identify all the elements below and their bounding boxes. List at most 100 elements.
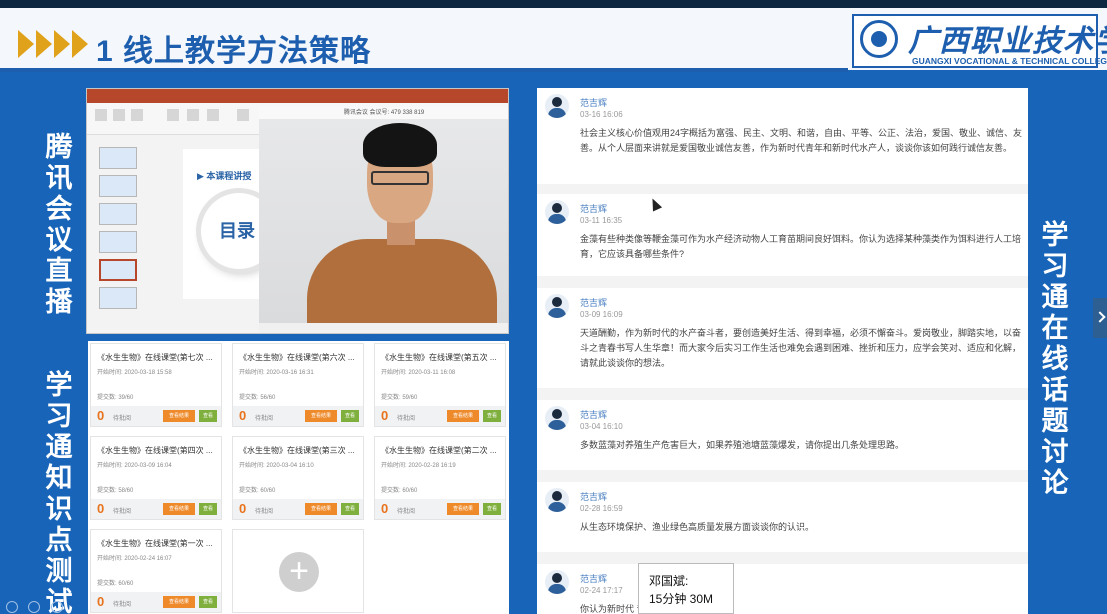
- post-author[interactable]: 范吉辉: [580, 490, 607, 503]
- quiz-card-submissions: 提交数: 58/60: [97, 488, 134, 494]
- avatar: [545, 406, 569, 430]
- avatar: [545, 200, 569, 224]
- view-result-button[interactable]: 查看结果: [163, 596, 195, 608]
- view-result-button[interactable]: 查看结果: [305, 503, 337, 515]
- quiz-card[interactable]: 《水生生物》在线课堂(第六次 ... 开始时间: 2020-03-16 16:3…: [232, 343, 364, 427]
- view-result-button[interactable]: 查看结果: [447, 503, 479, 515]
- post-author[interactable]: 范吉辉: [580, 96, 607, 109]
- slide-thumbnail-active[interactable]: [99, 259, 137, 281]
- discussion-post[interactable]: 范吉辉 03-16 16:06 社会主义核心价值观用24字概括为富强、民主、文明…: [537, 88, 1028, 184]
- discussion-post[interactable]: 范吉辉 03-09 16:09 天道酬勤，作为新时代的水产奋斗者，要创造美好生活…: [537, 288, 1028, 388]
- control-icon[interactable]: [6, 601, 18, 613]
- quiz-card[interactable]: 《水生生物》在线课堂(第二次 ... 开始时间: 2020-02-28 16:1…: [374, 436, 506, 520]
- pending-count: 0: [239, 408, 247, 423]
- meeting-toolbar[interactable]: [259, 323, 508, 333]
- quiz-card-title: 《水生生物》在线课堂(第五次 ...: [381, 353, 497, 362]
- quiz-card-submissions: 提交数: 60/60: [97, 581, 134, 587]
- view-button[interactable]: 查看: [341, 503, 359, 515]
- view-result-button[interactable]: 查看结果: [163, 410, 195, 422]
- slide-circle-text: 目录: [219, 221, 255, 241]
- discussion-post[interactable]: 范吉辉 02-28 16:59 从生态环境保护、渔业绿色高质量发展方面谈谈你的认…: [537, 482, 1028, 552]
- label-tencent-meeting: 腾讯会议直播: [45, 132, 73, 317]
- post-date: 02-28 16:59: [580, 504, 623, 513]
- quiz-card-submissions: 提交数: 60/60: [239, 488, 276, 494]
- tooltip-name: 邓国斌:: [649, 574, 689, 588]
- quiz-card-time: 开始时间: 2020-02-28 16:19: [381, 463, 456, 469]
- pending-count: 0: [239, 501, 247, 516]
- quiz-card-time: 开始时间: 2020-03-11 16:08: [381, 370, 456, 376]
- quiz-card-footer: 0 待批阅 查看结果 查看: [375, 406, 505, 426]
- post-author[interactable]: 范吉辉: [580, 202, 607, 215]
- post-text: 从生态环境保护、渔业绿色高质量发展方面谈谈你的认识。: [580, 522, 815, 532]
- post-date: 02-24 17:17: [580, 586, 623, 595]
- label-xuexitong-quiz: 学习通知识点测试: [45, 370, 73, 614]
- pending-count: 0: [381, 501, 389, 516]
- avatar: [545, 294, 569, 318]
- college-seal-icon: [860, 20, 898, 58]
- slide-thumbnail[interactable]: [99, 175, 137, 197]
- quiz-card-time: 开始时间: 2020-03-09 16:04: [97, 463, 172, 469]
- post-author[interactable]: 范吉辉: [580, 408, 607, 421]
- view-button[interactable]: 查看: [483, 410, 501, 422]
- pending-count: 0: [381, 408, 389, 423]
- control-icon[interactable]: [50, 601, 63, 613]
- quiz-card-submissions: 提交数: 39/60: [97, 395, 134, 401]
- quiz-card-time: 开始时间: 2020-03-16 16:31: [239, 370, 314, 376]
- avatar: [545, 94, 569, 118]
- chevron-arrows-icon: [18, 30, 90, 58]
- pending-label: 待批阅: [255, 509, 274, 515]
- view-result-button[interactable]: 查看结果: [305, 410, 337, 422]
- pending-count: 0: [97, 408, 105, 423]
- ppt-title-bar: [87, 89, 508, 97]
- discussion-post[interactable]: 范吉辉 03-04 16:10 多数蓝藻对养殖生产危害巨大，如果养殖池塘蓝藻爆发…: [537, 400, 1028, 470]
- college-logo: 广西职业技术学院 GUANGXI VOCATIONAL & TECHNICAL …: [852, 14, 1107, 68]
- slide-thumbnail[interactable]: [99, 147, 137, 169]
- slide-thumbnail[interactable]: [99, 287, 137, 309]
- slide-thumbnail[interactable]: [99, 203, 137, 225]
- header-divider: [0, 68, 848, 72]
- post-date: 03-11 16:35: [580, 216, 623, 225]
- discussion-post[interactable]: 范吉辉 02-24 17:17 你认为新时代 音?: [537, 564, 1028, 614]
- quiz-card[interactable]: 《水生生物》在线课堂(第三次 ... 开始时间: 2020-03-04 16:1…: [232, 436, 364, 520]
- pending-label: 待批阅: [397, 509, 416, 515]
- quiz-card[interactable]: 《水生生物》在线课堂(第一次 ... 开始时间: 2020-02-24 16:0…: [90, 529, 222, 613]
- post-text: 金藻有些种类像等鞭金藻可作为水产经济动物人工育苗期间良好饵料。你认为选择某种藻类…: [580, 234, 1022, 259]
- quiz-card-title: 《水生生物》在线课堂(第六次 ...: [239, 353, 355, 362]
- quiz-card-footer: 0 待批阅 查看结果 查看: [91, 406, 221, 426]
- discussion-post[interactable]: 范吉辉 03-11 16:35 金藻有些种类像等鞭金藻可作为水产经济动物人工育苗…: [537, 194, 1028, 276]
- quiz-card[interactable]: 《水生生物》在线课堂(第四次 ... 开始时间: 2020-03-09 16:0…: [90, 436, 222, 520]
- view-result-button[interactable]: 查看结果: [447, 410, 479, 422]
- control-icon[interactable]: [28, 601, 41, 613]
- pending-label: 待批阅: [113, 416, 132, 422]
- slide-heading: ▶ 本课程讲授: [197, 171, 252, 181]
- slide-thumbnail[interactable]: [99, 231, 137, 253]
- view-button[interactable]: 查看: [483, 503, 501, 515]
- logo-chinese-name: 广西职业技术学院: [908, 24, 1107, 59]
- label-xuexitong-discussion: 学习通在线话题讨论: [1041, 220, 1069, 498]
- post-date: 03-09 16:09: [580, 310, 623, 319]
- view-button[interactable]: 查看: [199, 503, 217, 515]
- plus-icon[interactable]: +: [279, 552, 319, 592]
- quiz-card-title: 《水生生物》在线课堂(第三次 ...: [239, 446, 355, 455]
- quiz-card[interactable]: 《水生生物》在线课堂(第七次 ... 开始时间: 2020-03-18 15:5…: [90, 343, 222, 427]
- next-slide-chevron-icon[interactable]: [1093, 298, 1107, 338]
- post-author[interactable]: 范吉辉: [580, 296, 607, 309]
- quiz-card-title: 《水生生物》在线课堂(第四次 ...: [97, 446, 213, 455]
- view-button[interactable]: 查看: [199, 596, 217, 608]
- post-date: 03-16 16:06: [580, 110, 623, 119]
- view-button[interactable]: 查看: [341, 410, 359, 422]
- view-result-button[interactable]: 查看结果: [163, 503, 195, 515]
- post-text: 社会主义核心价值观用24字概括为富强、民主、文明、和谐，自由、平等、公正、法治，…: [580, 128, 1023, 153]
- post-author[interactable]: 范吉辉: [580, 572, 607, 585]
- add-quiz-card[interactable]: +: [232, 529, 364, 613]
- quiz-card-footer: 0 待批阅 查看结果 查看: [233, 499, 363, 519]
- slide-thumbnails: [93, 143, 141, 333]
- quiz-card-title: 《水生生物》在线课堂(第一次 ...: [97, 539, 213, 548]
- post-text: 多数蓝藻对养殖生产危害巨大，如果养殖池塘蓝藻爆发，请你提出几条处理思路。: [580, 440, 905, 450]
- pending-label: 待批阅: [113, 602, 132, 608]
- avatar: [545, 570, 569, 594]
- view-button[interactable]: 查看: [199, 410, 217, 422]
- quiz-card[interactable]: 《水生生物》在线课堂(第五次 ... 开始时间: 2020-03-11 16:0…: [374, 343, 506, 427]
- quiz-card-title: 《水生生物》在线课堂(第七次 ...: [97, 353, 213, 362]
- pending-count: 0: [97, 594, 105, 609]
